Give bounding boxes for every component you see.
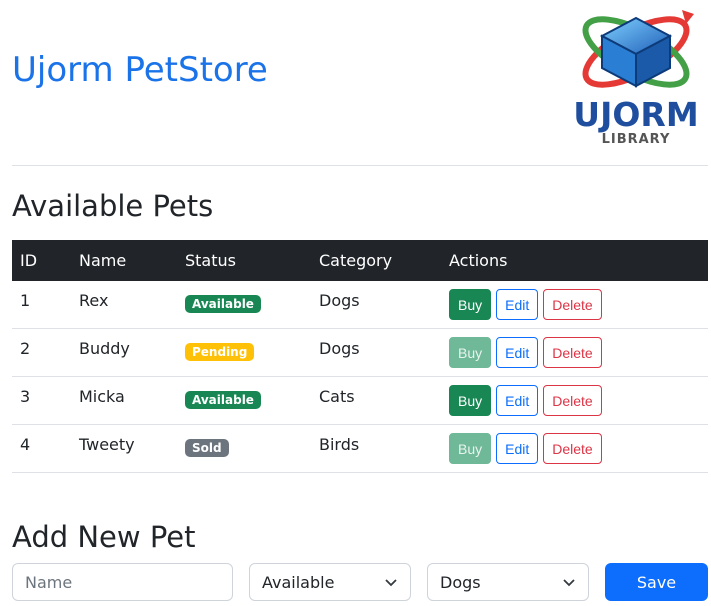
status-badge: Available: [185, 390, 261, 409]
table-row: 3 Micka Available Cats Buy Edit Delete: [12, 376, 708, 425]
status-select-value: Available: [262, 572, 335, 592]
pet-name: Buddy: [79, 339, 130, 358]
buy-button[interactable]: Buy: [449, 433, 492, 464]
logo-subtext: LIBRARY: [602, 132, 671, 147]
table-row: 2 Buddy Pending Dogs Buy Edit Delete: [12, 328, 708, 377]
add-pet-form: Available Dogs Save: [12, 563, 708, 601]
header: Ujorm PetStore UJORM LIBRARY: [12, 0, 708, 166]
delete-button[interactable]: Delete: [543, 433, 602, 464]
pet-category: Cats: [319, 387, 355, 406]
logo-text: UJORM: [573, 95, 698, 134]
column-header-id: ID: [20, 251, 38, 270]
delete-button[interactable]: Delete: [543, 337, 602, 368]
buy-button[interactable]: Buy: [449, 289, 492, 320]
page: Ujorm PetStore UJORM LIBRARY Available P…: [0, 0, 711, 606]
chevron-down-icon: [563, 579, 575, 587]
category-select[interactable]: Dogs: [427, 563, 589, 601]
status-badge: Pending: [185, 342, 255, 361]
save-button[interactable]: Save: [605, 563, 708, 601]
table-row: 1 Rex Available Dogs Buy Edit Delete: [12, 281, 708, 329]
pet-id: 4: [20, 435, 31, 454]
column-header-actions: Actions: [449, 251, 508, 270]
column-header-status: Status: [185, 251, 236, 270]
edit-button[interactable]: Edit: [496, 385, 539, 416]
ujorm-logo: UJORM LIBRARY: [573, 10, 699, 147]
chevron-down-icon: [385, 579, 397, 587]
delete-button[interactable]: Delete: [543, 385, 602, 416]
app-title[interactable]: Ujorm PetStore: [12, 48, 268, 92]
name-input[interactable]: [12, 563, 233, 601]
pet-id: 2: [20, 339, 31, 358]
status-select[interactable]: Available: [249, 563, 411, 601]
category-select-value: Dogs: [440, 572, 481, 592]
pet-name: Rex: [79, 291, 109, 310]
column-header-category: Category: [319, 251, 393, 270]
status-badge: Sold: [185, 438, 229, 457]
pet-name: Micka: [79, 387, 125, 406]
pet-category: Dogs: [319, 339, 360, 358]
edit-button[interactable]: Edit: [496, 289, 539, 320]
delete-button[interactable]: Delete: [543, 289, 602, 320]
edit-button[interactable]: Edit: [496, 433, 539, 464]
pet-id: 3: [20, 387, 31, 406]
pet-name: Tweety: [79, 435, 135, 454]
column-header-name: Name: [79, 251, 127, 270]
pet-category: Dogs: [319, 291, 360, 310]
status-badge: Available: [185, 294, 261, 313]
buy-button[interactable]: Buy: [449, 337, 492, 368]
buy-button[interactable]: Buy: [449, 385, 492, 416]
edit-button[interactable]: Edit: [496, 337, 539, 368]
pets-table: ID Name Status Category Actions 1 Rex Av…: [12, 240, 708, 473]
pet-category: Birds: [319, 435, 360, 454]
available-pets-heading: Available Pets: [12, 189, 214, 223]
table-row: 4 Tweety Sold Birds Buy Edit Delete: [12, 424, 708, 473]
add-new-pet-heading: Add New Pet: [12, 520, 196, 554]
table-header-row: ID Name Status Category Actions: [12, 240, 708, 281]
pet-id: 1: [20, 291, 31, 310]
